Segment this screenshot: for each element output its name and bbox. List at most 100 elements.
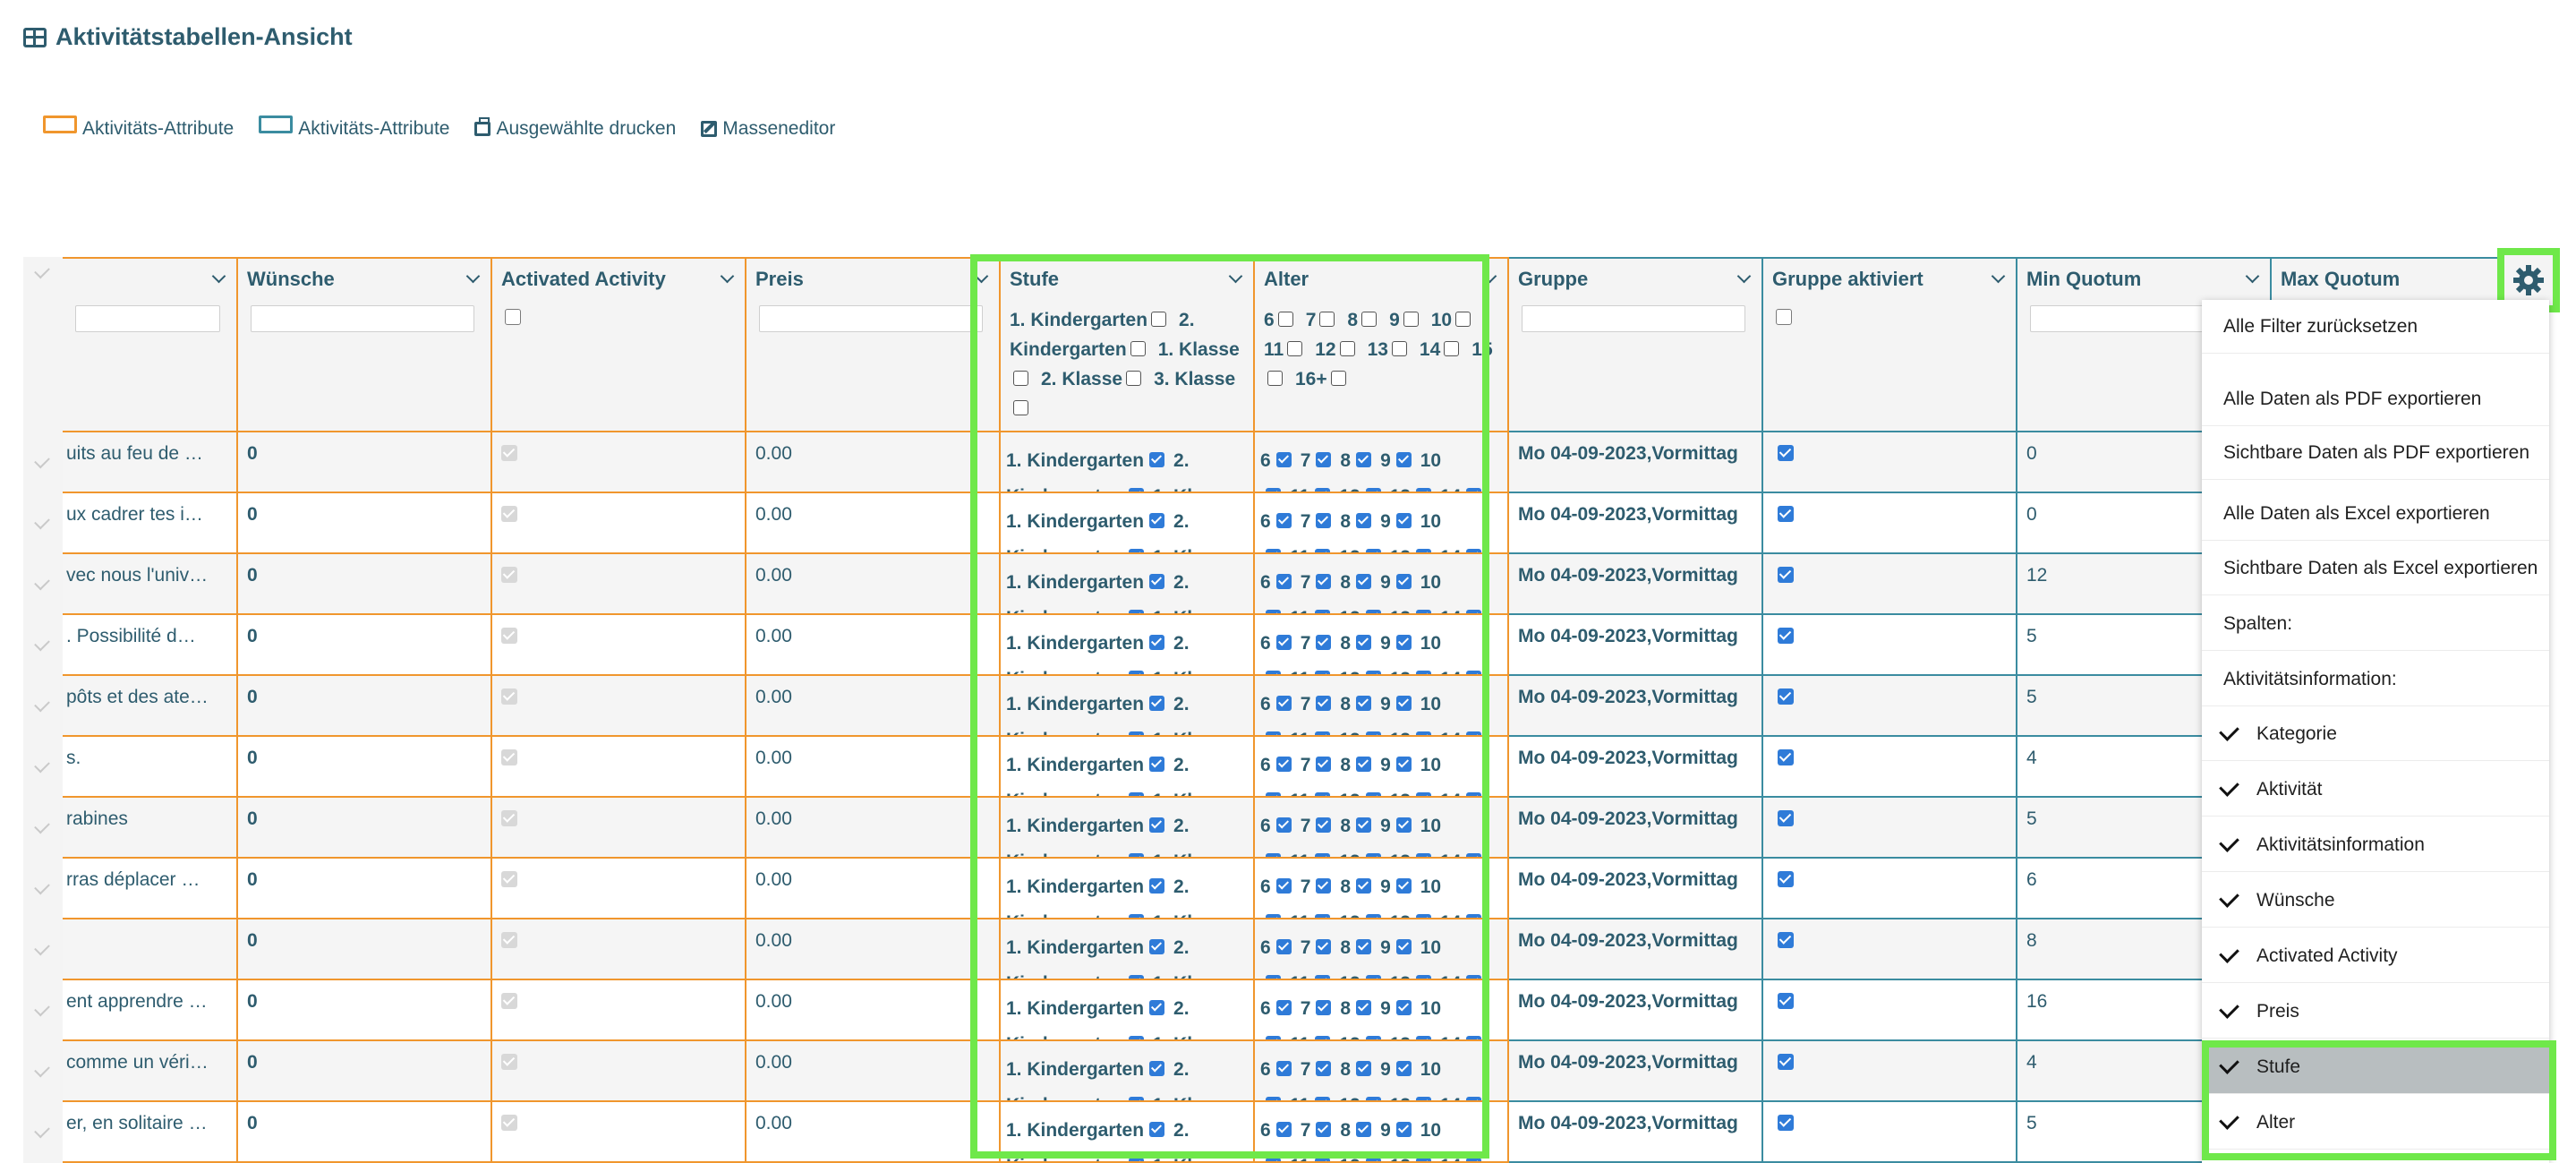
age-checkbox[interactable] — [1275, 1061, 1292, 1076]
chevron-down-icon[interactable] — [2245, 269, 2260, 284]
activity-name[interactable]: uits au feu de … — [66, 443, 203, 465]
row-select-check[interactable] — [34, 1000, 50, 1017]
age-checkbox[interactable] — [1275, 452, 1292, 467]
age-filter-option-checkbox[interactable] — [1267, 371, 1283, 386]
activity-name[interactable]: ent apprendre … — [66, 991, 208, 1013]
age-checkbox[interactable] — [1395, 452, 1412, 467]
row-select-check[interactable] — [34, 1061, 50, 1078]
age-checkbox[interactable] — [1356, 878, 1372, 894]
age-checkbox[interactable] — [1415, 1158, 1431, 1161]
group-active-checkbox[interactable] — [1778, 567, 1794, 583]
activity-name[interactable]: rabines — [66, 808, 128, 830]
row-select-check[interactable] — [34, 1122, 50, 1139]
row-select-check[interactable] — [34, 939, 50, 956]
activity-name[interactable]: pôts et des ate… — [66, 687, 209, 708]
age-checkbox[interactable] — [1316, 1122, 1332, 1137]
age-checkbox[interactable] — [1275, 1000, 1292, 1015]
age-checkbox[interactable] — [1356, 635, 1372, 650]
filter-input[interactable] — [759, 305, 983, 332]
level-filter-option-checkbox[interactable] — [1126, 371, 1142, 386]
age-checkbox[interactable] — [1356, 757, 1372, 772]
level-checkbox[interactable] — [1149, 635, 1165, 650]
menu-excel-all[interactable]: Alle Daten als Excel exportieren — [2202, 487, 2549, 541]
age-checkbox[interactable] — [1315, 1158, 1331, 1161]
age-filter-option-checkbox[interactable] — [1330, 371, 1346, 386]
chevron-down-icon[interactable] — [1228, 269, 1243, 284]
menu-column-toggle[interactable]: Wünsche — [2202, 874, 2549, 928]
level-checkbox[interactable] — [1149, 696, 1165, 711]
column-header-price[interactable]: Preis — [746, 257, 999, 432]
group-active-checkbox[interactable] — [1778, 932, 1794, 948]
age-filter-option-checkbox[interactable] — [1319, 312, 1335, 327]
level-checkbox[interactable] — [1149, 757, 1165, 772]
menu-column-toggle[interactable]: Aktivität — [2202, 763, 2549, 817]
age-checkbox[interactable] — [1275, 574, 1292, 589]
activity-name[interactable]: rras déplacer … — [66, 869, 200, 891]
menu-column-toggle[interactable]: Aktivitätsinformation — [2202, 818, 2549, 872]
column-header-group[interactable]: Gruppe — [1509, 257, 1761, 432]
select-all-check[interactable] — [34, 262, 50, 279]
filter-input[interactable] — [1522, 305, 1745, 332]
age-checkbox[interactable] — [1316, 574, 1332, 589]
menu-column-toggle[interactable]: Kategorie — [2202, 707, 2549, 761]
age-checkbox[interactable] — [1275, 513, 1292, 528]
row-select-check[interactable] — [34, 574, 50, 591]
age-checkbox[interactable] — [1356, 696, 1372, 711]
level-checkbox[interactable] — [1149, 939, 1165, 954]
age-checkbox[interactable] — [1395, 513, 1412, 528]
age-checkbox[interactable] — [1395, 574, 1412, 589]
menu-excel-visible[interactable]: Sichtbare Daten als Excel exportieren — [2202, 542, 2549, 595]
row-select-check[interactable] — [34, 452, 50, 469]
row-select-check[interactable] — [34, 513, 50, 530]
age-checkbox[interactable] — [1316, 878, 1332, 894]
column-header-activity[interactable] — [63, 257, 236, 432]
group-active-checkbox[interactable] — [1778, 628, 1794, 644]
age-checkbox[interactable] — [1316, 513, 1332, 528]
level-checkbox[interactable] — [1149, 817, 1165, 833]
age-checkbox[interactable] — [1275, 939, 1292, 954]
activity-name[interactable]: ux cadrer tes i… — [66, 504, 203, 526]
group-active-checkbox[interactable] — [1778, 993, 1794, 1009]
level-filter-option-checkbox[interactable] — [1151, 312, 1167, 327]
chevron-down-icon[interactable] — [1991, 269, 2006, 284]
column-header-activated[interactable]: Activated Activity — [492, 257, 745, 432]
age-checkbox[interactable] — [1316, 817, 1332, 833]
menu-reset-filters[interactable]: Alle Filter zurücksetzen — [2202, 300, 2549, 354]
group-active-checkbox[interactable] — [1778, 871, 1794, 887]
row-select-check[interactable] — [34, 878, 50, 895]
row-select-check[interactable] — [34, 817, 50, 834]
filter-input[interactable] — [251, 305, 474, 332]
group-active-checkbox[interactable] — [1778, 506, 1794, 522]
age-checkbox[interactable] — [1316, 635, 1332, 650]
chevron-down-icon[interactable] — [974, 269, 989, 284]
age-checkbox[interactable] — [1356, 1122, 1372, 1137]
activity-name[interactable]: s. — [66, 748, 81, 769]
menu-pdf-all[interactable]: Alle Daten als PDF exportieren — [2202, 372, 2549, 426]
age-checkbox[interactable] — [1395, 696, 1412, 711]
group-active-checkbox[interactable] — [1778, 1115, 1794, 1131]
level-checkbox[interactable] — [1149, 1000, 1165, 1015]
level-checkbox[interactable] — [1149, 452, 1165, 467]
menu-pdf-visible[interactable]: Sichtbare Daten als PDF exportieren — [2202, 426, 2549, 480]
age-checkbox[interactable] — [1316, 939, 1332, 954]
age-checkbox[interactable] — [1316, 1061, 1332, 1076]
age-checkbox[interactable] — [1316, 696, 1332, 711]
age-filter-option-checkbox[interactable] — [1361, 312, 1378, 327]
age-checkbox[interactable] — [1275, 817, 1292, 833]
level-checkbox[interactable] — [1128, 1158, 1144, 1161]
column-header-age[interactable]: Alter 6 7 8 9 10 11 12 13 14 15 16+ — [1255, 257, 1507, 432]
age-checkbox[interactable] — [1395, 817, 1412, 833]
age-checkbox[interactable] — [1316, 1000, 1332, 1015]
level-checkbox[interactable] — [1149, 513, 1165, 528]
level-filter-option-checkbox[interactable] — [1130, 341, 1146, 356]
age-checkbox[interactable] — [1395, 1061, 1412, 1076]
age-checkbox[interactable] — [1395, 1122, 1412, 1137]
chevron-down-icon[interactable] — [211, 269, 226, 284]
age-checkbox[interactable] — [1266, 1158, 1281, 1161]
level-filter-option-checkbox[interactable] — [1013, 371, 1028, 386]
activity-name[interactable]: . Possibilité d… — [66, 626, 196, 647]
activity-name[interactable]: comme un véri… — [66, 1052, 209, 1073]
age-filter-option-checkbox[interactable] — [1339, 341, 1355, 356]
chevron-down-icon[interactable] — [1482, 269, 1497, 284]
activity-name[interactable]: vec nous l'univ… — [66, 565, 208, 586]
